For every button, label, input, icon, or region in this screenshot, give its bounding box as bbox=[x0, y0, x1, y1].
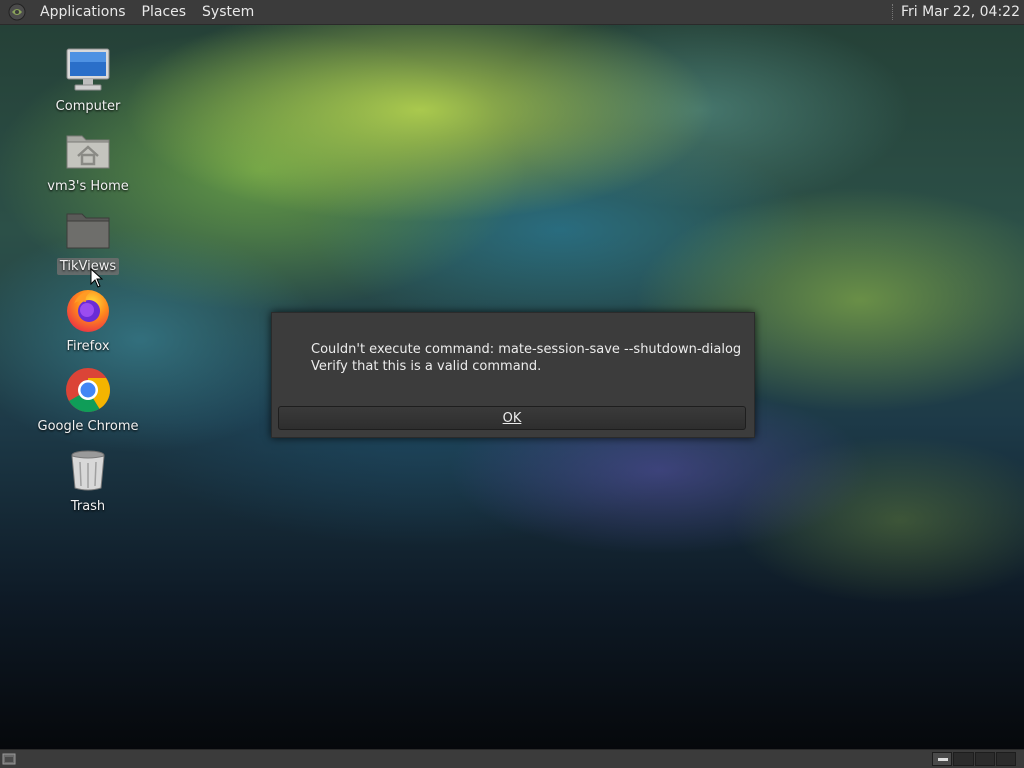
desktop-icon-label: Computer bbox=[55, 99, 121, 114]
bottom-panel bbox=[0, 749, 1024, 768]
mate-logo-icon[interactable] bbox=[8, 3, 26, 21]
error-dialog: Couldn't execute command: mate-session-s… bbox=[271, 312, 755, 438]
desktop-icon-label: Firefox bbox=[66, 339, 110, 354]
mouse-pointer-icon bbox=[90, 268, 104, 288]
desktop-icon-label: Trash bbox=[70, 499, 106, 514]
desktop-icon-firefox[interactable]: Firefox bbox=[23, 286, 153, 355]
show-desktop-icon[interactable] bbox=[2, 752, 16, 766]
workspace-4[interactable] bbox=[995, 752, 1016, 766]
desktop-icon-label: vm3's Home bbox=[47, 179, 129, 194]
desktop-icon-trash[interactable]: Trash bbox=[23, 446, 153, 515]
desktop-icon-computer[interactable]: Computer bbox=[23, 46, 153, 115]
trash-icon bbox=[71, 450, 105, 491]
desktop-icon-home[interactable]: vm3's Home bbox=[23, 126, 153, 195]
workspace-1[interactable] bbox=[932, 752, 953, 766]
workspace-switcher[interactable] bbox=[932, 752, 1016, 766]
chrome-icon bbox=[66, 368, 111, 413]
dialog-message-line2: Verify that this is a valid command. bbox=[311, 359, 542, 374]
computer-icon bbox=[66, 48, 110, 91]
workspace-3[interactable] bbox=[974, 752, 995, 766]
folder-icon bbox=[66, 213, 110, 249]
system-menu[interactable]: System bbox=[194, 0, 262, 24]
clock[interactable]: Fri Mar 22, 04:22 bbox=[901, 4, 1024, 20]
firefox-icon bbox=[67, 290, 109, 332]
desktop-icon-tikviews[interactable]: TikViews bbox=[23, 206, 153, 275]
applications-menu[interactable]: Applications bbox=[32, 0, 134, 24]
desktop-icon-chrome[interactable]: Google Chrome bbox=[23, 366, 153, 435]
ok-button[interactable]: OK bbox=[278, 406, 746, 430]
desktop-icon-label: TikViews bbox=[56, 258, 120, 275]
dialog-message: Couldn't execute command: mate-session-s… bbox=[311, 341, 741, 375]
desktop-icon-label: Google Chrome bbox=[37, 419, 139, 434]
home-folder-icon bbox=[66, 135, 110, 169]
dialog-message-line1: Couldn't execute command: mate-session-s… bbox=[311, 342, 742, 357]
workspace-2[interactable] bbox=[953, 752, 974, 766]
panel-separator bbox=[891, 4, 895, 20]
desktop[interactable]: Applications Places System Fri Mar 22, 0… bbox=[0, 0, 1024, 768]
places-menu[interactable]: Places bbox=[134, 0, 195, 24]
top-panel: Applications Places System Fri Mar 22, 0… bbox=[0, 0, 1024, 25]
